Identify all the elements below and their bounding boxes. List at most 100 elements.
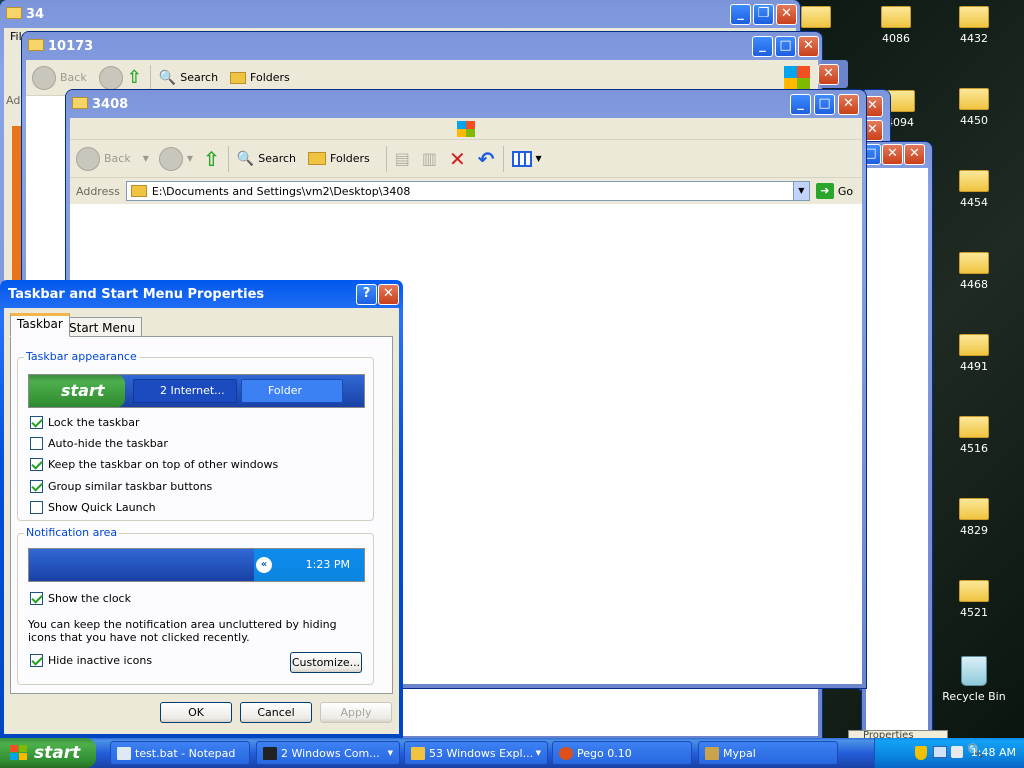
notification-preview: « 1:23 PM	[28, 548, 365, 582]
window-34-titlebar[interactable]: 34	[0, 0, 800, 28]
tab-taskbar[interactable]: Taskbar	[10, 313, 70, 337]
folder-icon	[6, 7, 22, 19]
taskbar-preview: start 2 Internet... Folder	[28, 374, 365, 408]
clock[interactable]: 1:48 AM	[971, 746, 1016, 759]
desktop-icon-4454[interactable]: 4454	[944, 170, 1004, 209]
dialog-titlebar[interactable]: Taskbar and Start Menu Properties	[0, 280, 403, 308]
search-button-label[interactable]: Search	[258, 152, 296, 165]
command-prompt-icon	[263, 747, 277, 760]
back-button-label[interactable]: Back	[104, 152, 131, 165]
taskbar-item-pego[interactable]: Pego 0.10	[552, 741, 692, 765]
close-button[interactable]: ✕	[838, 94, 859, 115]
taskbar-item-mypal[interactable]: Mypal	[698, 741, 838, 765]
desktop-icon-4468[interactable]: 4468	[944, 252, 1004, 291]
undo-icon[interactable]: ↶	[478, 147, 495, 171]
option-group-buttons[interactable]: Group similar taskbar buttons	[30, 480, 212, 493]
cancel-button[interactable]: Cancel	[240, 702, 312, 723]
network-icon[interactable]	[933, 746, 947, 758]
maximize-button[interactable]: □	[814, 94, 835, 115]
minimize-button[interactable]: _	[790, 94, 811, 115]
option-hide-inactive[interactable]: Hide inactive icons	[30, 654, 152, 667]
close-button[interactable]: ✕	[776, 4, 797, 25]
views-icon[interactable]	[511, 150, 532, 167]
checkbox[interactable]	[30, 437, 43, 450]
chevron-down-icon[interactable]: ▼	[187, 154, 193, 163]
back-button-label[interactable]: Back	[60, 71, 87, 84]
taskbar-item-notepad[interactable]: test.bat - Notepad	[110, 741, 250, 765]
close-button[interactable]: ✕	[798, 36, 819, 57]
search-icon[interactable]: 🔍	[237, 151, 254, 167]
close-button[interactable]: ✕	[882, 144, 903, 165]
preview-start-button: start	[29, 375, 125, 407]
option-keep-on-top[interactable]: Keep the taskbar on top of other windows	[30, 458, 278, 471]
back-arrow-icon[interactable]	[76, 146, 100, 171]
window-10173-titlebar[interactable]: 10173	[22, 32, 822, 60]
folders-button-label[interactable]: Folders	[250, 71, 290, 84]
search-icon[interactable]: 🔍	[159, 70, 176, 86]
desktop-icon-4829[interactable]: 4829	[944, 498, 1004, 537]
option-quick-launch[interactable]: Show Quick Launch	[30, 501, 156, 514]
folder-icon	[959, 580, 989, 602]
forward-arrow-icon[interactable]	[98, 65, 123, 90]
chevron-left-icon: «	[256, 557, 272, 573]
ok-button[interactable]: OK	[160, 702, 232, 723]
checkbox[interactable]	[30, 480, 43, 493]
back-arrow-icon[interactable]	[32, 65, 56, 90]
minimize-button[interactable]: _	[730, 4, 751, 25]
address-input[interactable]: E:\Documents and Settings\vm2\Desktop\34…	[125, 181, 810, 201]
desktop-icon-4521[interactable]: 4521	[944, 580, 1004, 619]
folders-icon[interactable]	[308, 152, 327, 165]
apply-button[interactable]: Apply	[320, 702, 392, 723]
option-show-clock[interactable]: Show the clock	[30, 592, 131, 605]
close-button[interactable]: ✕	[818, 64, 839, 85]
address-label: Address	[76, 184, 120, 198]
go-button-label[interactable]: Go	[838, 185, 853, 198]
window-stacked-2[interactable]	[862, 142, 932, 736]
up-folder-icon[interactable]: ⇧	[203, 147, 220, 171]
speaker-icon[interactable]	[951, 746, 963, 758]
folder-icon	[881, 6, 911, 28]
shield-icon[interactable]	[915, 746, 927, 760]
checkbox[interactable]	[30, 458, 43, 471]
desktop-icon-4086[interactable]: 4086	[866, 6, 926, 45]
maximize-button[interactable]: □	[775, 36, 796, 57]
help-button[interactable]: ?	[356, 284, 377, 305]
desktop-icon-4516[interactable]: 4516	[944, 416, 1004, 455]
desktop-icon-4491[interactable]: 4491	[944, 334, 1004, 373]
dialog-title: Taskbar and Start Menu Properties	[8, 286, 265, 302]
close-button[interactable]: ✕	[378, 284, 399, 305]
copy-to-icon[interactable]: ▥	[422, 149, 437, 168]
checkbox[interactable]	[30, 654, 43, 667]
start-button[interactable]: start	[0, 738, 96, 768]
window-3408-titlebar[interactable]: 3408	[66, 90, 866, 118]
minimize-button[interactable]: _	[752, 36, 773, 57]
option-auto-hide[interactable]: Auto-hide the taskbar	[30, 437, 168, 450]
folders-button-label[interactable]: Folders	[330, 152, 370, 165]
folder-icon	[959, 498, 989, 520]
system-tray: 🔍 1:48 AM	[874, 738, 1024, 768]
delete-icon[interactable]: ✕	[449, 147, 466, 171]
chevron-down-icon[interactable]: ▼	[536, 154, 542, 163]
desktop-icon-4432[interactable]: 4432	[944, 6, 1004, 45]
taskbar-properties-dialog[interactable]: Taskbar and Start Menu Properties ? ✕ Ta…	[0, 280, 403, 738]
checkbox[interactable]	[30, 416, 43, 429]
search-button-label[interactable]: Search	[180, 71, 218, 84]
forward-arrow-icon[interactable]	[158, 146, 183, 171]
desktop-icon-4450[interactable]: 4450	[944, 88, 1004, 127]
customize-button[interactable]: Customize...	[290, 652, 362, 673]
taskbar-item-windows-explorer[interactable]: 53 Windows Expl... ▼	[404, 741, 548, 765]
checkbox[interactable]	[30, 592, 43, 605]
address-dropdown-button[interactable]: ▼	[792, 182, 809, 200]
chevron-down-icon[interactable]: ▼	[143, 154, 149, 163]
option-lock-taskbar[interactable]: Lock the taskbar	[30, 416, 140, 429]
taskbar: start test.bat - Notepad 2 Windows Com..…	[0, 738, 1024, 768]
checkbox[interactable]	[30, 501, 43, 514]
close-button[interactable]: ✕	[904, 144, 925, 165]
restore-button[interactable]: ❐	[753, 4, 774, 25]
go-arrow-icon[interactable]: ➜	[815, 183, 834, 199]
up-folder-icon[interactable]: ⇧	[127, 67, 142, 88]
taskbar-item-windows-command[interactable]: 2 Windows Com... ▼	[256, 741, 400, 765]
folders-icon[interactable]	[230, 71, 247, 84]
move-to-icon[interactable]: ▤	[395, 149, 410, 168]
desktop-icon-recycle-bin[interactable]: Recycle Bin	[940, 656, 1008, 703]
